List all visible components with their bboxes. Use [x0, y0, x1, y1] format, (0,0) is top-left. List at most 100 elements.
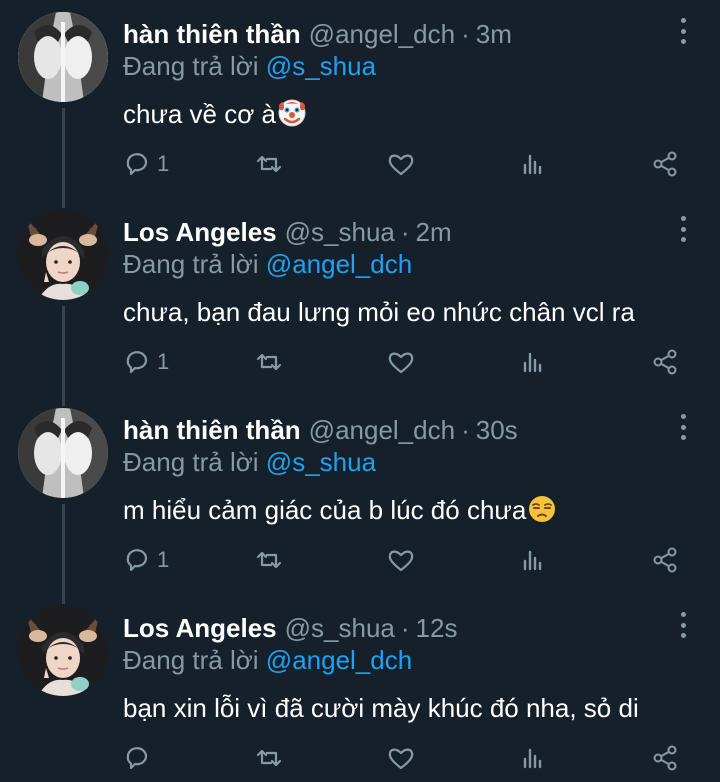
reply-button[interactable]: 1 [122, 542, 169, 578]
timestamp[interactable]: 3m [476, 18, 512, 50]
stats-button[interactable] [518, 542, 548, 578]
user-handle[interactable]: @s_shua [285, 612, 395, 644]
separator-dot: · [461, 415, 470, 445]
tweet-text: chưa về cơ à [123, 98, 307, 130]
reply-button[interactable] [122, 740, 157, 776]
stats-icon [523, 748, 542, 769]
display-name[interactable]: Los Angeles [123, 612, 277, 644]
more-icon[interactable] [670, 16, 696, 46]
stats-button[interactable] [518, 344, 548, 380]
replying-to-label: Đang trả lời [123, 249, 259, 279]
retweet-button[interactable] [254, 740, 284, 776]
share-button[interactable] [650, 542, 680, 578]
share-button[interactable] [650, 740, 680, 776]
user-handle[interactable]: @s_shua [285, 216, 395, 248]
retweet-button[interactable] [254, 146, 284, 182]
reply-count: 1 [157, 349, 170, 374]
stats-icon [523, 154, 542, 175]
share-button[interactable] [650, 146, 680, 182]
replying-to-label: Đang trả lời [123, 51, 259, 81]
timestamp[interactable]: 12s [416, 612, 458, 644]
retweet-icon [256, 749, 282, 767]
share-icon [653, 547, 677, 573]
separator-dot: · [400, 613, 410, 643]
bw-photo-avatar [18, 408, 108, 498]
tweet-text-body: m hiểu cảm giác của b lúc đó chưa [123, 495, 527, 525]
tweet-actions: 1 [0, 344, 720, 380]
like-button[interactable] [386, 344, 416, 380]
stats-button[interactable] [518, 740, 548, 776]
tweet[interactable]: Los Angeles @s_shua · 12s Đang trả lời @… [0, 594, 720, 782]
reply-mention-link[interactable]: @s_shua [266, 447, 376, 477]
tweet-header: Los Angeles @s_shua · 2m [123, 216, 452, 248]
avatar[interactable] [18, 408, 108, 498]
retweet-button[interactable] [254, 542, 284, 578]
replying-to-label: Đang trả lời [123, 447, 259, 477]
avatar[interactable] [18, 606, 108, 696]
avatar[interactable] [18, 12, 108, 102]
heart-icon [388, 352, 414, 374]
reply-icon [126, 747, 148, 770]
reply-button[interactable]: 1 [122, 344, 169, 380]
display-name[interactable]: hàn thiên thần [123, 18, 301, 50]
user-handle[interactable]: @angel_dch [309, 18, 455, 50]
like-button[interactable] [386, 146, 416, 182]
replying-to: Đang trả lời @angel_dch [123, 248, 412, 280]
tweet-actions [0, 740, 720, 776]
share-icon [653, 349, 677, 375]
deer-ears-avatar [18, 210, 108, 300]
tweet-actions: 1 [0, 146, 720, 182]
separator-dot: · [461, 19, 470, 49]
bw-photo-avatar [18, 12, 108, 102]
display-name[interactable]: hàn thiên thần [123, 414, 301, 446]
retweet-icon [256, 551, 282, 569]
display-name[interactable]: Los Angeles [123, 216, 277, 248]
tweet-text-body: bạn xin lỗi vì đã cười mày khúc đó nha, … [123, 693, 639, 723]
clown-face-icon [278, 99, 306, 127]
like-button[interactable] [386, 542, 416, 578]
retweet-button[interactable] [254, 344, 284, 380]
avatar[interactable] [18, 210, 108, 300]
stats-icon [523, 550, 542, 571]
reply-mention-link[interactable]: @s_shua [266, 51, 376, 81]
reply-icon [126, 351, 148, 374]
tweet[interactable]: hàn thiên thần @angel_dch · 30s Đang trả… [0, 396, 720, 594]
like-button[interactable] [386, 740, 416, 776]
more-icon[interactable] [670, 412, 696, 442]
reply-mention-link[interactable]: @angel_dch [266, 645, 412, 675]
tweet-text-body: chưa về cơ à [123, 99, 276, 129]
timestamp[interactable]: 2m [416, 216, 452, 248]
reply-count: 1 [157, 151, 170, 176]
tweet-header: hàn thiên thần @angel_dch · 30s [123, 414, 518, 446]
heart-icon [388, 154, 414, 176]
retweet-icon [256, 353, 282, 371]
retweet-icon [256, 155, 282, 173]
share-button[interactable] [650, 344, 680, 380]
reply-icon [126, 549, 148, 572]
replying-to: Đang trả lời @s_shua [123, 446, 376, 478]
timestamp[interactable]: 30s [476, 414, 518, 446]
replying-to: Đang trả lời @s_shua [123, 50, 376, 82]
tweet-header: Los Angeles @s_shua · 12s [123, 612, 457, 644]
more-icon[interactable] [670, 610, 696, 640]
tweet[interactable]: hàn thiên thần @angel_dch · 3m Đang trả … [0, 0, 720, 198]
share-icon [653, 151, 677, 177]
more-icon[interactable] [670, 214, 696, 244]
reply-count: 1 [157, 547, 170, 572]
heart-icon [388, 550, 414, 572]
replying-to-label: Đang trả lời [123, 645, 259, 675]
reply-icon [126, 153, 148, 176]
reply-button[interactable]: 1 [122, 146, 169, 182]
replying-to: Đang trả lời @angel_dch [123, 644, 412, 676]
tweet-text-body: chưa, bạn đau lưng mỏi eo nhức chân vcl … [123, 297, 635, 327]
tweet[interactable]: Los Angeles @s_shua · 2m Đang trả lời @a… [0, 198, 720, 396]
tweet-text: chưa, bạn đau lưng mỏi eo nhức chân vcl … [123, 296, 635, 328]
heart-icon [388, 748, 414, 770]
reply-mention-link[interactable]: @angel_dch [266, 249, 412, 279]
user-handle[interactable]: @angel_dch [309, 414, 455, 446]
stats-button[interactable] [518, 146, 548, 182]
separator-dot: · [400, 217, 410, 247]
deer-ears-avatar [18, 606, 108, 696]
tweet-thread: hàn thiên thần @angel_dch · 3m Đang trả … [0, 0, 720, 782]
tweet-text: m hiểu cảm giác của b lúc đó chưa [123, 494, 557, 526]
